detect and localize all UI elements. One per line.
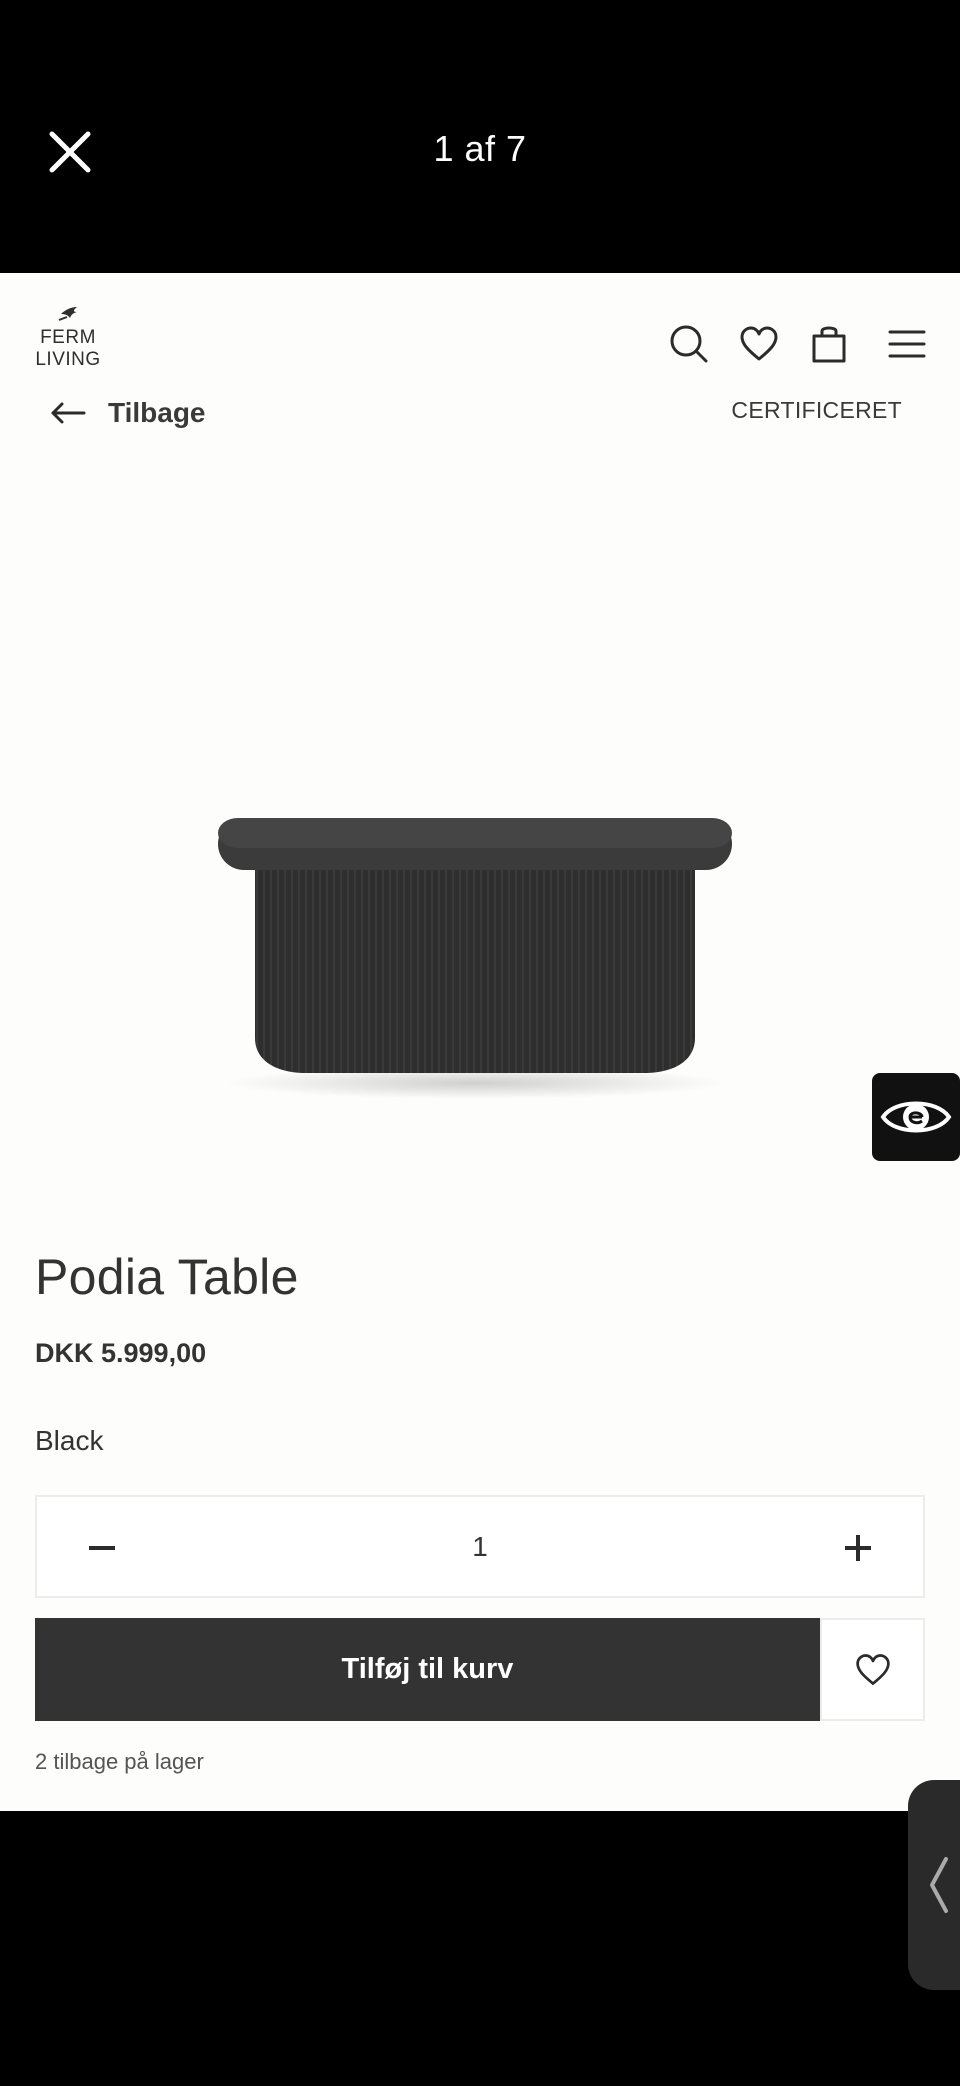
- back-label: Tilbage: [108, 397, 206, 428]
- heart-icon: [740, 326, 778, 361]
- quantity-value[interactable]: 1: [37, 1531, 923, 1563]
- brand-logo[interactable]: FERM LIVING: [32, 305, 104, 371]
- image-viewer-bar: 1 af 7: [0, 0, 960, 273]
- bag-icon: [812, 326, 846, 363]
- image-counter: 1 af 7: [433, 128, 527, 169]
- product-price: DKK 5.999,00: [35, 1338, 207, 1368]
- side-panel-tab[interactable]: [908, 1780, 960, 1990]
- product-image: [218, 818, 732, 1099]
- stock-status: 2 tilbage på lager: [35, 1749, 204, 1774]
- search-icon: [670, 325, 708, 363]
- back-link[interactable]: Tilbage: [50, 391, 206, 435]
- plus-icon: [845, 1535, 871, 1561]
- eye-icon: [880, 1101, 952, 1133]
- accessibility-button[interactable]: [872, 1073, 960, 1161]
- product-variant[interactable]: Black: [35, 1425, 103, 1457]
- increase-quantity-button[interactable]: [833, 1523, 883, 1573]
- arrow-left-icon: [51, 402, 86, 424]
- product-title: Podia Table: [35, 1249, 299, 1305]
- quantity-stepper: 1: [35, 1495, 925, 1598]
- wishlist-button[interactable]: [738, 323, 780, 365]
- cart-button[interactable]: [808, 323, 850, 365]
- menu-icon: [888, 330, 926, 358]
- menu-button[interactable]: [886, 323, 928, 365]
- search-button[interactable]: [668, 323, 710, 365]
- chevron-left-icon: [930, 1857, 948, 1913]
- certified-label[interactable]: CERTIFICERET: [731, 397, 902, 424]
- add-to-wishlist-button[interactable]: [820, 1618, 925, 1721]
- add-to-cart-button[interactable]: Tilføj til kurv: [35, 1618, 820, 1721]
- brand-name-line2: LIVING: [35, 349, 101, 370]
- bird-logo-icon: [58, 307, 77, 321]
- product-page: FERM LIVING Tilbage CERTIFICERET Podia T…: [0, 273, 960, 1811]
- brand-name-line1: FERM: [40, 327, 96, 348]
- heart-icon: [855, 1653, 890, 1685]
